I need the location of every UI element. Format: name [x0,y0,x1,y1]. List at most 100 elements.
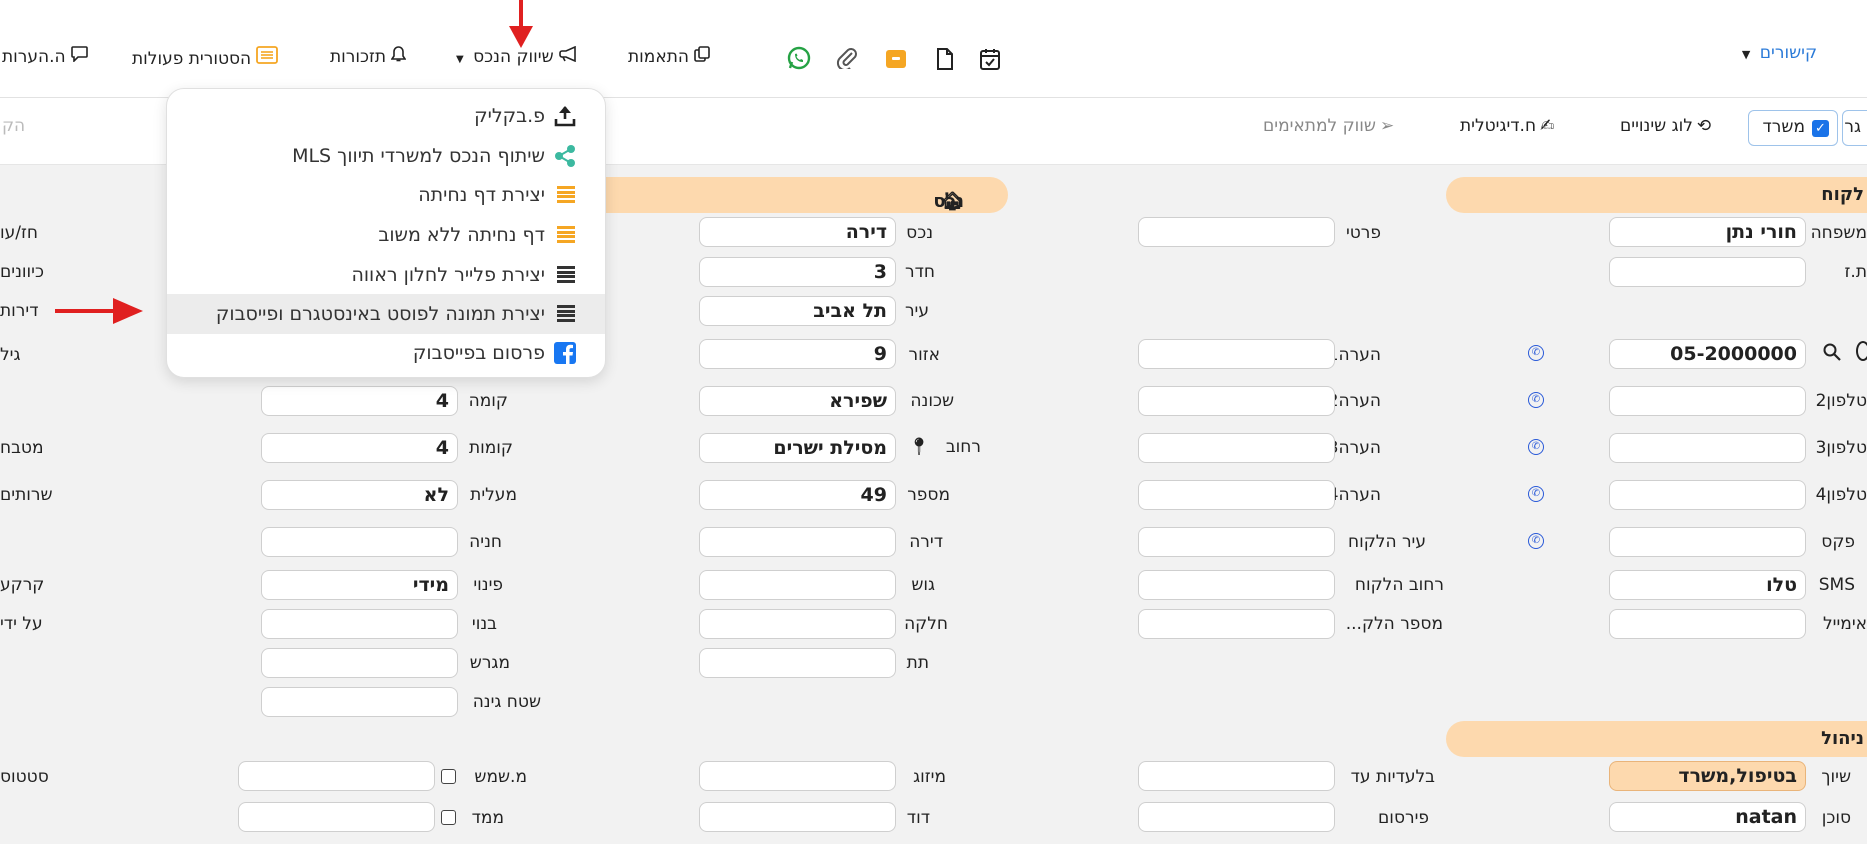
whatsapp-icon[interactable] [787,46,811,70]
note1-field[interactable] [1138,339,1335,369]
menu-item-quick-publish[interactable]: פ.בקליק [167,96,605,136]
phone-call-icon[interactable]: ✆ [1528,533,1544,549]
office-checkbox[interactable]: ✓ [1812,120,1829,137]
room-label: חדר [905,262,935,282]
phone2-label: טלפון2 [1815,391,1867,411]
list-orange-icon [557,226,575,243]
safe-room-checkbox[interactable] [441,810,456,825]
signature-icon: ✍ [1540,116,1555,136]
links-dropdown[interactable]: קישורים ▼ [1742,43,1817,63]
phone-call-icon[interactable]: ✆ [1528,439,1544,455]
sunroof-field[interactable] [238,761,435,791]
changes-log-button[interactable]: ⟲לוג שינויים [1620,116,1711,136]
apartment-field[interactable] [699,527,896,557]
phone-call-icon[interactable]: ✆ [1528,392,1544,408]
notes-button[interactable]: ה.הערות [2,46,88,67]
paperclip-icon[interactable] [836,47,858,72]
evacuation-field[interactable]: מידי [261,570,458,600]
archive-box-icon[interactable] [885,49,907,69]
phone-call-icon[interactable]: ✆ [1528,486,1544,502]
number-label: מספר [907,485,950,505]
family-label: משפחה [1810,223,1867,243]
market-matches-button[interactable]: ➢שווק למתאימים [1263,116,1394,136]
menu-item-landing-no-feedback[interactable]: דף נחיתה ללא משוב [167,215,605,255]
menu-item-label: דף נחיתה ללא משוב [378,224,545,246]
customer-street-label: רחוב הלקוח [1354,575,1444,595]
exclusive-until-field[interactable] [1138,761,1335,791]
city-label: עיר [904,301,929,321]
phone4-field[interactable] [1609,480,1806,510]
menu-item-window-flyer[interactable]: יצירת פלייר לחלון ראווה [167,255,605,295]
lot-label: מגרש [469,653,510,673]
lot-field[interactable] [261,648,458,678]
assignment-field[interactable]: בטיפול,משרד [1609,761,1806,791]
reminders-button[interactable]: תזכורות [330,46,407,67]
sms-field[interactable]: טלו [1609,570,1806,600]
ac-field[interactable] [699,761,896,791]
note2-field[interactable] [1138,386,1335,416]
customer-city-field[interactable] [1138,527,1335,557]
email-field[interactable] [1609,609,1806,639]
sms-label: SMS [1818,575,1855,595]
marketing-dropdown-menu: פ.בקליק שיתוף הנכס למשרדי תיווך MLS יציר… [166,88,606,378]
customer-number-field[interactable] [1138,609,1335,639]
details-field[interactable] [1138,217,1335,247]
phone2-field[interactable] [1609,386,1806,416]
customer-section-header: לקוח [1446,177,1867,213]
matches-button[interactable]: התאמות [628,46,710,67]
neighborhood-field[interactable]: שפירא [699,386,896,416]
number-field[interactable]: 49 [699,480,896,510]
menu-item-landing-page[interactable]: יצירת דף נחיתה [167,175,605,215]
id-field[interactable] [1609,257,1806,287]
search-icon[interactable] [1823,343,1841,365]
note1-label: הערה1 [1328,345,1381,365]
publish-field[interactable] [1138,802,1335,832]
fax-field[interactable] [1609,527,1806,557]
street-field[interactable]: מסילת ישרים [699,433,896,463]
block-field[interactable] [699,570,896,600]
note3-field[interactable] [1138,433,1335,463]
boiler-field[interactable] [699,802,896,832]
phone3-field[interactable] [1609,433,1806,463]
garden-area-field[interactable] [261,687,458,717]
phone-call-icon[interactable]: ✆ [1528,345,1544,361]
digital-sign-button[interactable]: ✍ח.דיגיטלית [1460,116,1554,136]
safe-room-field[interactable] [238,802,435,832]
room-field[interactable]: 3 [699,257,896,287]
digital-sign-label: ח.דיגיטלית [1460,116,1537,136]
map-pin-icon[interactable]: 📍︎ [908,437,930,457]
parking-field[interactable] [261,527,458,557]
phone-field[interactable]: 05-2000000 [1609,339,1806,369]
calendar-check-icon[interactable] [980,48,1000,70]
family-field[interactable]: חורי נתן [1609,217,1806,247]
property-type-field[interactable]: דירה [699,217,896,247]
menu-item-mls-share[interactable]: שיתוף הנכס למשרדי תיווך MLS [167,136,605,176]
sunroof-checkbox[interactable] [441,769,456,784]
red-arrow-right-icon [55,297,143,325]
menu-item-facebook-publish[interactable]: פרסום בפייסבוק [167,333,605,373]
built-field[interactable] [261,609,458,639]
agent-field[interactable]: natan [1609,802,1806,832]
market-matches-label: שווק למתאימים [1263,116,1376,136]
floor-field[interactable]: 4 [261,386,458,416]
parcel-field[interactable] [699,609,896,639]
floors-field[interactable]: 4 [261,433,458,463]
city-field[interactable]: תל אביב [699,296,896,326]
area-field[interactable]: 9 [699,339,896,369]
sub-parcel-field[interactable] [699,648,896,678]
details-label: פרטי [1345,223,1381,243]
links-label: קישורים [1759,43,1817,63]
office-filter[interactable]: ✓ משרד [1748,110,1838,146]
elevator-field[interactable]: לא [261,480,458,510]
apartment-label: דירה [909,532,943,552]
document-icon[interactable] [936,48,954,70]
phone-ring-icon [1856,341,1867,361]
other-filter[interactable]: גר [1842,110,1867,146]
customer-street-field[interactable] [1138,570,1335,600]
menu-item-social-image[interactable]: יצירת תמונה לפוסט באינסטגרם ופייסבוק [167,294,605,334]
note4-field[interactable] [1138,480,1335,510]
top-toolbar [0,0,1867,98]
history-button[interactable]: הסטורית פעולות [132,46,279,69]
list-box-icon [256,46,279,68]
floor-label: קומה [468,391,508,411]
